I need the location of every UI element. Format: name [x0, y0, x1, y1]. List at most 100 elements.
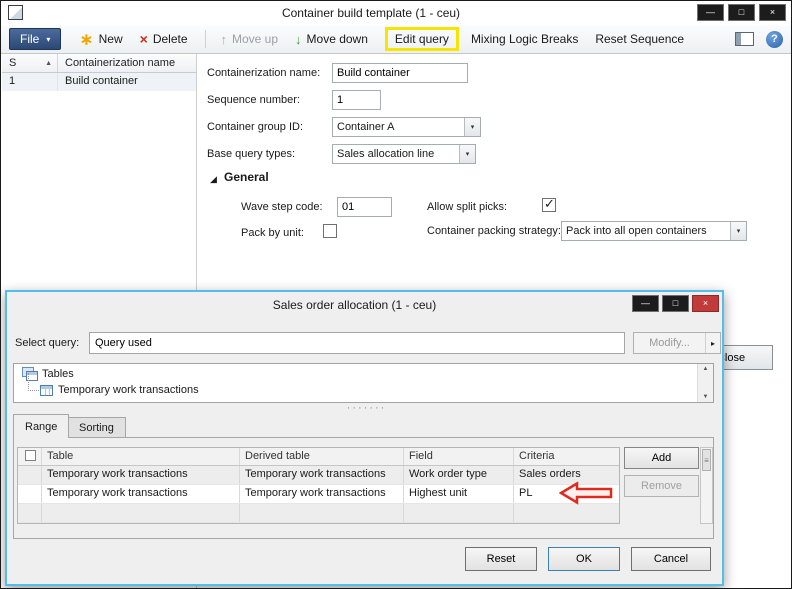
cell-empty[interactable]: [240, 504, 404, 522]
dropdown-button[interactable]: ▾: [464, 118, 480, 136]
cell-table[interactable]: Temporary work transactions: [42, 466, 240, 484]
tree-item-label: Temporary work transactions: [58, 384, 199, 396]
table-row[interactable]: 1 Build container: [2, 73, 196, 91]
close-icon: ×: [703, 299, 708, 308]
container-group-label: Container group ID:: [207, 121, 303, 133]
scrollbar-thumb[interactable]: ≡: [702, 449, 711, 471]
toolbar-separator: [205, 30, 206, 48]
cell-sequence: 1: [2, 73, 58, 91]
reset-button[interactable]: Reset: [465, 547, 537, 571]
wave-step-code-field[interactable]: [337, 197, 392, 217]
modify-button[interactable]: Modify... ▸: [633, 332, 721, 354]
grid-scrollbar[interactable]: ≡: [700, 447, 713, 524]
tab-range[interactable]: Range: [13, 414, 69, 438]
chevron-down-icon: ▾: [46, 35, 50, 44]
column-header-containerization-name[interactable]: Containerization name: [58, 54, 196, 72]
column-header-s[interactable]: S ▲: [2, 54, 58, 72]
general-section-title[interactable]: General: [224, 170, 269, 184]
tree-item-tables-label: Tables: [42, 368, 74, 380]
sequence-number-field[interactable]: [332, 90, 381, 110]
scroll-up-icon: ▲: [698, 366, 713, 372]
app-icon: [8, 5, 23, 20]
allow-split-picks-checkbox[interactable]: ✓: [542, 198, 556, 212]
container-packing-strategy-label: Container packing strategy:: [427, 225, 561, 237]
base-query-types-label: Base query types:: [207, 148, 295, 160]
cell-field[interactable]: Work order type: [404, 466, 514, 484]
containerization-name-field[interactable]: [332, 63, 468, 83]
move-down-button[interactable]: ↓ Move down: [295, 32, 368, 46]
row-select-cell[interactable]: [18, 504, 42, 522]
menu-arrow-icon: ▸: [705, 333, 720, 353]
arrow-down-icon: ↓: [295, 33, 302, 46]
cell-empty[interactable]: [514, 504, 619, 522]
add-button[interactable]: Add: [624, 447, 699, 469]
scroll-down-icon: ▼: [698, 394, 713, 400]
table-row[interactable]: Temporary work transactions Temporary wo…: [18, 466, 619, 485]
column-header-table[interactable]: Table: [42, 448, 240, 465]
help-icon[interactable]: ?: [766, 31, 783, 48]
tab-sorting[interactable]: Sorting: [67, 417, 126, 437]
chevron-down-icon: ▾: [466, 150, 470, 158]
dropdown-button[interactable]: ▾: [730, 222, 746, 240]
dialog-close-button[interactable]: ×: [692, 295, 719, 312]
arrow-up-icon: ↑: [221, 33, 228, 46]
checkmark-icon: ✓: [544, 196, 555, 212]
tree-item-temporary-work-transactions[interactable]: Temporary work transactions: [40, 384, 199, 396]
mixing-logic-breaks-button[interactable]: Mixing Logic Breaks: [471, 32, 578, 46]
select-all-checkbox[interactable]: [25, 450, 36, 461]
containerization-name-label: Containerization name:: [207, 67, 320, 79]
cell-field[interactable]: Highest unit: [404, 485, 514, 503]
dialog-window-controls: — □ ×: [632, 295, 719, 312]
container-group-value: Container A: [333, 121, 464, 133]
edit-query-button[interactable]: Edit query: [385, 27, 459, 51]
new-button-label: New: [99, 32, 123, 46]
cell-table[interactable]: Temporary work transactions: [42, 485, 240, 503]
maximize-icon: □: [739, 8, 744, 17]
column-header-derived-table[interactable]: Derived table: [240, 448, 404, 465]
cell-empty[interactable]: [404, 504, 514, 522]
move-down-button-label: Move down: [307, 32, 368, 46]
splitter-handle[interactable]: ·······: [307, 404, 426, 412]
base-query-types-combobox[interactable]: Sales allocation line ▾: [332, 144, 476, 164]
reset-sequence-label: Reset Sequence: [595, 32, 684, 46]
main-window: Container build template (1 - ceu) — □ ×…: [0, 0, 792, 589]
cell-derived-table[interactable]: Temporary work transactions: [240, 485, 404, 503]
file-menu-button[interactable]: File ▾: [9, 28, 61, 50]
reset-sequence-button[interactable]: Reset Sequence: [595, 32, 684, 46]
layout-pane-icon[interactable]: [735, 32, 754, 46]
select-all-cell: [18, 448, 42, 465]
cell-empty[interactable]: [42, 504, 240, 522]
column-header-field[interactable]: Field: [404, 448, 514, 465]
maximize-button[interactable]: □: [728, 4, 755, 21]
move-up-button[interactable]: ↑ Move up: [221, 32, 279, 46]
section-expander-icon[interactable]: ◢: [210, 174, 217, 185]
delete-button[interactable]: × Delete: [140, 32, 188, 46]
allow-split-picks-label: Allow split picks:: [427, 201, 507, 213]
minimize-button[interactable]: —: [697, 4, 724, 21]
maximize-icon: □: [673, 299, 678, 308]
column-header-criteria[interactable]: Criteria: [514, 448, 619, 465]
grid-header-row: S ▲ Containerization name: [2, 54, 196, 73]
new-button[interactable]: ∗ New: [79, 31, 122, 48]
titlebar: Container build template (1 - ceu) — □ ×: [1, 1, 791, 25]
chevron-down-icon: ▾: [471, 123, 475, 131]
table-row[interactable]: Temporary work transactions Temporary wo…: [18, 485, 619, 504]
container-group-combobox[interactable]: Container A ▾: [332, 117, 481, 137]
row-select-cell[interactable]: [18, 485, 42, 503]
close-button[interactable]: ×: [759, 4, 786, 21]
tree-scrollbar[interactable]: ▲ ▼: [697, 364, 713, 402]
cell-derived-table[interactable]: Temporary work transactions: [240, 466, 404, 484]
remove-button[interactable]: Remove: [624, 475, 699, 497]
pack-by-unit-checkbox[interactable]: ✓: [323, 224, 337, 238]
ok-button[interactable]: OK: [548, 547, 620, 571]
file-menu-label: File: [20, 32, 39, 46]
select-query-field[interactable]: [89, 332, 625, 354]
row-select-cell[interactable]: [18, 466, 42, 484]
cell-name: Build container: [58, 73, 196, 91]
dropdown-button[interactable]: ▾: [459, 145, 475, 163]
table-row-empty[interactable]: [18, 504, 619, 523]
cancel-button[interactable]: Cancel: [631, 547, 711, 571]
dialog-minimize-button[interactable]: —: [632, 295, 659, 312]
dialog-maximize-button[interactable]: □: [662, 295, 689, 312]
container-packing-strategy-combobox[interactable]: Pack into all open containers ▾: [561, 221, 747, 241]
